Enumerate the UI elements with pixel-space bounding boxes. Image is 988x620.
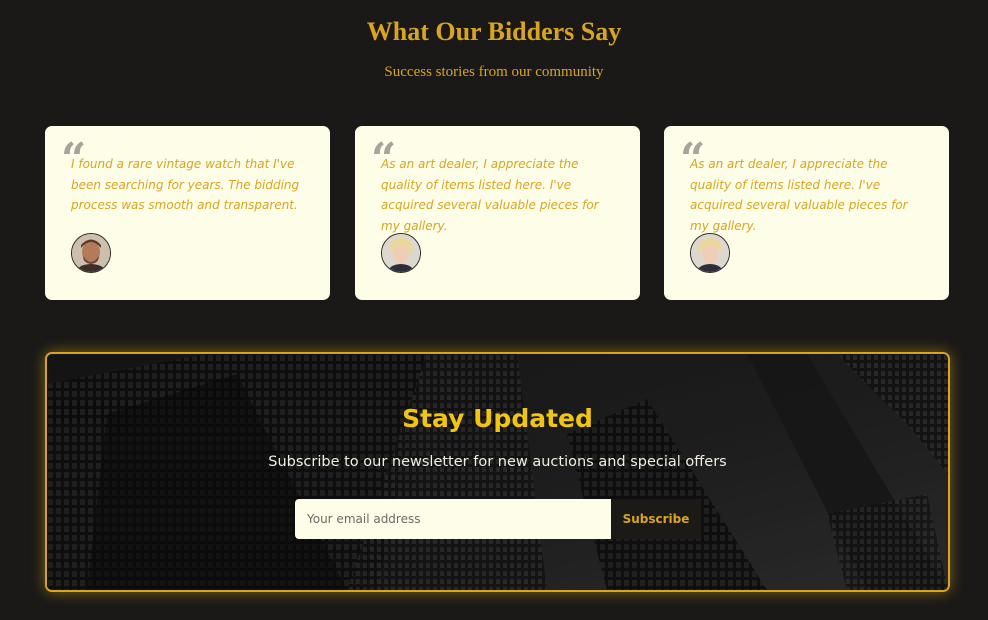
testimonial-card: “ As an art dealer, I appreciate the qua… — [355, 126, 640, 300]
avatar — [690, 233, 730, 273]
avatar — [71, 233, 111, 273]
newsletter-form: Subscribe — [295, 499, 703, 539]
newsletter-subtitle: Subscribe to our newsletter for new auct… — [268, 454, 727, 470]
testimonial-card: “ As an art dealer, I appreciate the qua… — [664, 126, 949, 300]
testimonial-text: As an art dealer, I appreciate the quali… — [381, 157, 599, 233]
testimonial-text: As an art dealer, I appreciate the quali… — [690, 157, 908, 233]
newsletter-section: Stay Updated Subscribe to our newsletter… — [45, 352, 950, 592]
newsletter-title: Stay Updated — [402, 404, 593, 433]
city-skyline-background — [47, 354, 948, 590]
avatar — [381, 233, 421, 273]
section-subtitle: Success stories from our community — [384, 64, 604, 80]
testimonial-card: “ I found a rare vintage watch that I've… — [45, 126, 330, 300]
section-title: What Our Bidders Say — [366, 17, 622, 46]
email-input[interactable] — [295, 499, 611, 539]
subscribe-button[interactable]: Subscribe — [611, 499, 701, 539]
testimonial-list: “ I found a rare vintage watch that I've… — [45, 126, 950, 300]
testimonial-text: I found a rare vintage watch that I've b… — [71, 157, 300, 212]
